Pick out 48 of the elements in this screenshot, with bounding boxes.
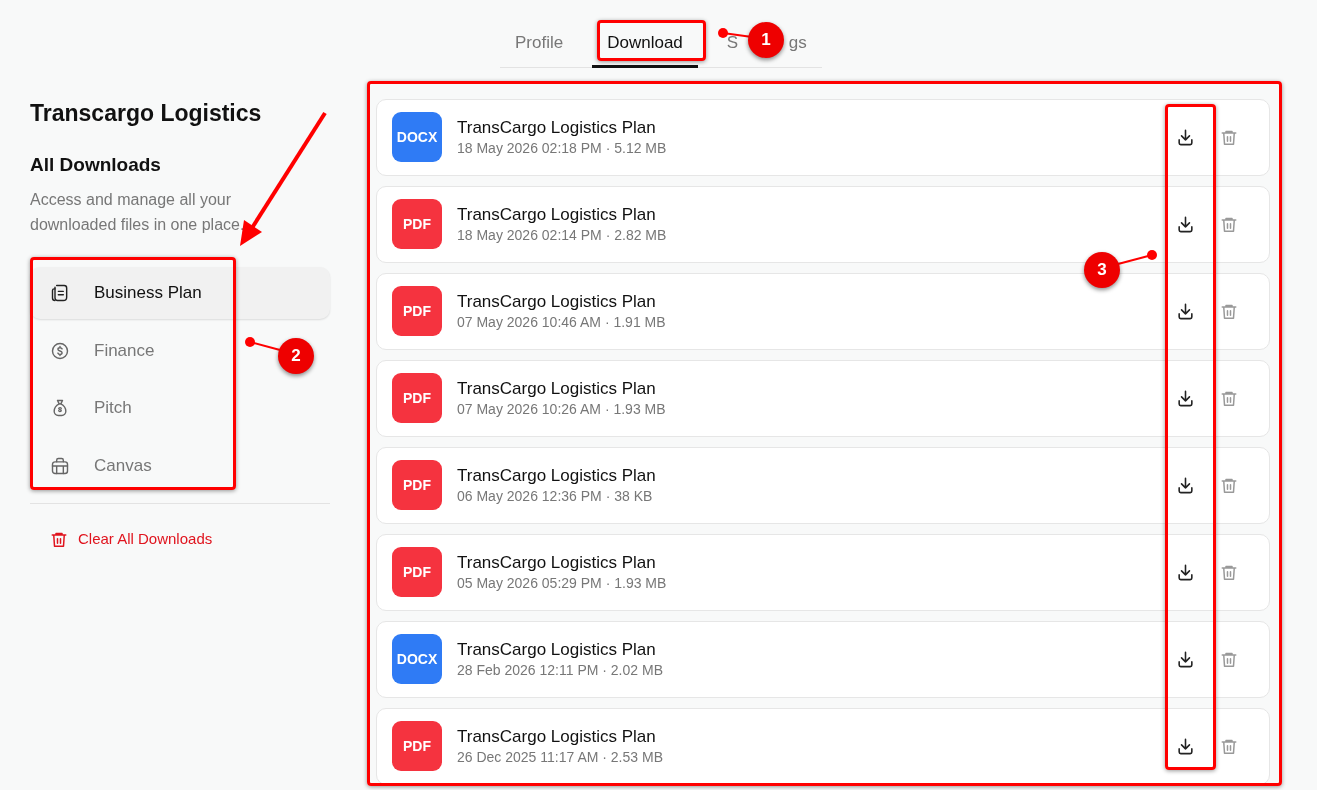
sidebar-item[interactable]: Canvas: [30, 439, 172, 492]
file-type-badge: PDF: [392, 199, 442, 249]
file-type-badge: PDF: [392, 460, 442, 510]
sidebar-item[interactable]: Finance: [30, 324, 175, 377]
file-name: TransCargo Logistics Plan: [457, 290, 657, 313]
file-type-badge: PDF: [392, 286, 442, 336]
callout-number: 1: [748, 22, 784, 58]
file-name: TransCargo Logistics Plan: [457, 377, 657, 400]
download-icon: [1175, 214, 1195, 234]
clear-all-downloads-button[interactable]: Clear All Downloads: [50, 528, 213, 551]
file-details: 07 May 2026 10:26 AM · 1.93 MB: [457, 399, 667, 419]
file-details: 05 May 2026 05:29 PM · 1.93 MB: [457, 573, 668, 593]
file-details: 06 May 2026 12:36 PM · 38 KB: [457, 486, 654, 506]
file-type-badge: DOCX: [392, 112, 442, 162]
file-name: TransCargo Logistics Plan: [457, 464, 657, 487]
tab[interactable]: Download: [592, 22, 698, 68]
briefcase-icon: [50, 455, 70, 476]
document-icon: [50, 283, 70, 303]
leader-line: [245, 337, 281, 351]
file-details: 26 Dec 2025 11:17 AM · 2.53 MB: [457, 747, 664, 767]
file-details: 18 May 2026 02:18 PM · 5.12 MB: [457, 138, 668, 158]
file-type-badge: PDF: [392, 547, 442, 597]
download-icon: [1175, 301, 1195, 321]
callout-number: 2: [278, 338, 314, 374]
file-details: 18 May 2026 02:14 PM · 2.82 MB: [457, 225, 668, 245]
section-heading: All Downloads: [30, 152, 162, 177]
file-details: 28 Feb 2026 12:11 PM · 2.02 MB: [457, 660, 664, 680]
dollar-coin-icon: [50, 340, 70, 361]
file-type-badge: DOCX: [392, 634, 442, 684]
section-description: Access and manage all your downloaded files in one place.: [30, 190, 246, 235]
download-icon: [1175, 475, 1195, 495]
download-icon: [1175, 736, 1195, 756]
file-name: TransCargo Logistics Plan: [457, 725, 657, 748]
download-icon: [1175, 388, 1195, 408]
download-icon: [1175, 127, 1195, 147]
download-icon: [1175, 562, 1195, 582]
download-icon: [1175, 649, 1195, 669]
file-type-badge: PDF: [392, 721, 442, 771]
leader-line: [1117, 250, 1157, 265]
sidebar-title: Transcargo Logistics: [30, 99, 263, 128]
file-name: TransCargo Logistics Plan: [457, 638, 657, 661]
file-type-badge: PDF: [392, 373, 442, 423]
file-name: TransCargo Logistics Plan: [457, 203, 657, 226]
file-name: TransCargo Logistics Plan: [457, 551, 657, 574]
file-details: 07 May 2026 10:46 AM · 1.91 MB: [457, 312, 667, 332]
file-name: TransCargo Logistics Plan: [457, 116, 657, 139]
tab[interactable]: Profile: [500, 22, 579, 68]
sidebar-item[interactable]: Pitch: [30, 382, 152, 434]
